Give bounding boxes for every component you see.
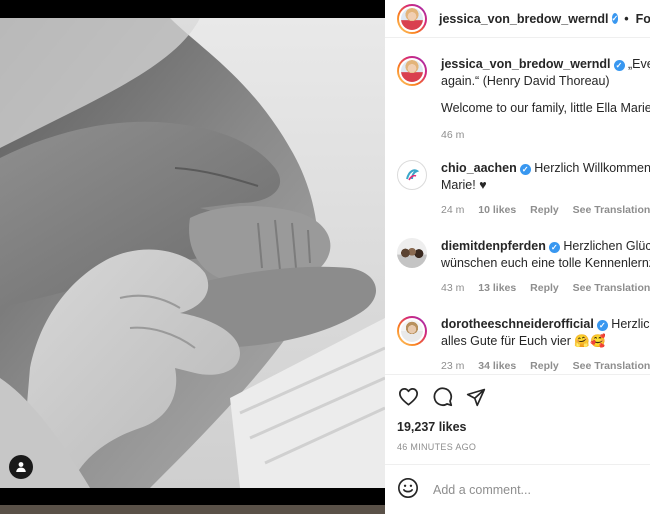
comment-text: diemitdenpferden ✓ Herzlichen Glück wünsc…	[441, 238, 650, 272]
comment-username[interactable]: dorotheeschneiderofficial	[441, 317, 594, 331]
post-header: jessica_von_bredow_werndl ✓ • Follow	[385, 0, 650, 38]
see-translation-button[interactable]: See Translation	[573, 360, 650, 372]
follow-button[interactable]: Follow	[636, 12, 650, 26]
verified-icon: ✓	[596, 320, 608, 331]
comment-time[interactable]: 23 m	[441, 360, 464, 372]
chio-logo-icon	[406, 169, 420, 181]
verified-icon: ✓	[613, 60, 625, 71]
author-avatar[interactable]	[397, 3, 427, 34]
list-item: diemitdenpferden ✓ Herzlichen Glück wünsc…	[397, 238, 650, 294]
author-username[interactable]: jessica_von_bredow_werndl	[439, 12, 609, 26]
comment-text: chio_aachen ✓ Herzlich Willkommen a Marie…	[441, 160, 650, 194]
comments-list[interactable]: jessica_von_bredow_werndl✓ „Every again.…	[385, 38, 650, 374]
comment-meta: 43 m 13 likes Reply See Translation	[441, 282, 650, 294]
heart-icon[interactable]	[397, 386, 419, 408]
post-sidebar: jessica_von_bredow_werndl ✓ • Follow jes…	[385, 0, 650, 514]
comment-text: dorotheeschneiderofficial✓ Herzliche all…	[441, 316, 650, 350]
see-translation-button[interactable]: See Translation	[573, 204, 650, 216]
caption-text: jessica_von_bredow_werndl✓ „Every again.…	[441, 56, 650, 90]
verified-icon: ✓	[519, 164, 531, 175]
reply-button[interactable]: Reply	[530, 204, 559, 216]
comment-meta: 24 m 10 likes Reply See Translation	[441, 204, 650, 216]
caption-time[interactable]: 46 m	[441, 129, 464, 141]
comment-line2: wünschen euch eine tolle Kennenlernze	[441, 256, 650, 270]
comment-line2: alles Gute für Euch vier 🤗🥰	[441, 334, 606, 348]
commenter-avatar[interactable]	[397, 160, 427, 190]
verified-icon: ✓	[611, 13, 619, 24]
separator-dot: •	[624, 11, 629, 26]
user-tag-icon[interactable]	[9, 455, 33, 479]
comment-likes[interactable]: 13 likes	[478, 282, 516, 294]
post-timestamp[interactable]: 46 MINUTES AGO	[397, 442, 476, 452]
list-item: dorotheeschneiderofficial✓ Herzliche all…	[397, 316, 650, 372]
see-translation-button[interactable]: See Translation	[573, 282, 650, 294]
caption-line3: Welcome to our family, little Ella Marie…	[441, 101, 650, 115]
comment-meta: 23 m 34 likes Reply See Translation	[441, 360, 650, 372]
commenter-avatar[interactable]	[397, 238, 427, 268]
smiley-icon[interactable]	[397, 477, 419, 502]
post-photo[interactable]	[0, 18, 385, 488]
post-actions	[385, 374, 650, 418]
likes-count[interactable]: 19,237 likes	[397, 420, 467, 434]
comment-likes[interactable]: 10 likes	[478, 204, 516, 216]
reply-button[interactable]: Reply	[530, 282, 559, 294]
bottom-strip	[0, 505, 385, 514]
add-comment-row	[385, 464, 650, 514]
post-photo-panel	[0, 0, 385, 514]
list-item: chio_aachen ✓ Herzlich Willkommen a Marie…	[397, 160, 650, 216]
comment-line1: Herzlich Willkommen a	[534, 161, 650, 175]
reply-button[interactable]: Reply	[530, 360, 559, 372]
caption-avatar[interactable]	[397, 56, 427, 86]
send-icon[interactable]	[465, 386, 487, 408]
comment-username[interactable]: chio_aachen	[441, 161, 517, 175]
caption: jessica_von_bredow_werndl✓ „Every again.…	[397, 56, 650, 141]
comment-line1: Herzlichen Glück	[563, 239, 650, 253]
hands-photo	[0, 18, 385, 488]
add-comment-input[interactable]	[433, 482, 633, 497]
caption-meta: 46 m	[441, 129, 650, 141]
comment-time[interactable]: 24 m	[441, 204, 464, 216]
comment-time[interactable]: 43 m	[441, 282, 464, 294]
commenter-avatar[interactable]	[397, 316, 427, 346]
caption-username[interactable]: jessica_von_bredow_werndl	[441, 57, 611, 71]
caption-line2: again.“ (Henry David Thoreau)	[441, 74, 610, 88]
caption-line1: „Every	[628, 57, 650, 71]
comment-username[interactable]: diemitdenpferden	[441, 239, 546, 253]
comment-line1: Herzliche	[611, 317, 650, 331]
verified-icon: ✓	[548, 242, 560, 253]
comment-line2: Marie! ♥	[441, 178, 487, 192]
comment-likes[interactable]: 34 likes	[478, 360, 516, 372]
comment-icon[interactable]	[431, 386, 453, 408]
